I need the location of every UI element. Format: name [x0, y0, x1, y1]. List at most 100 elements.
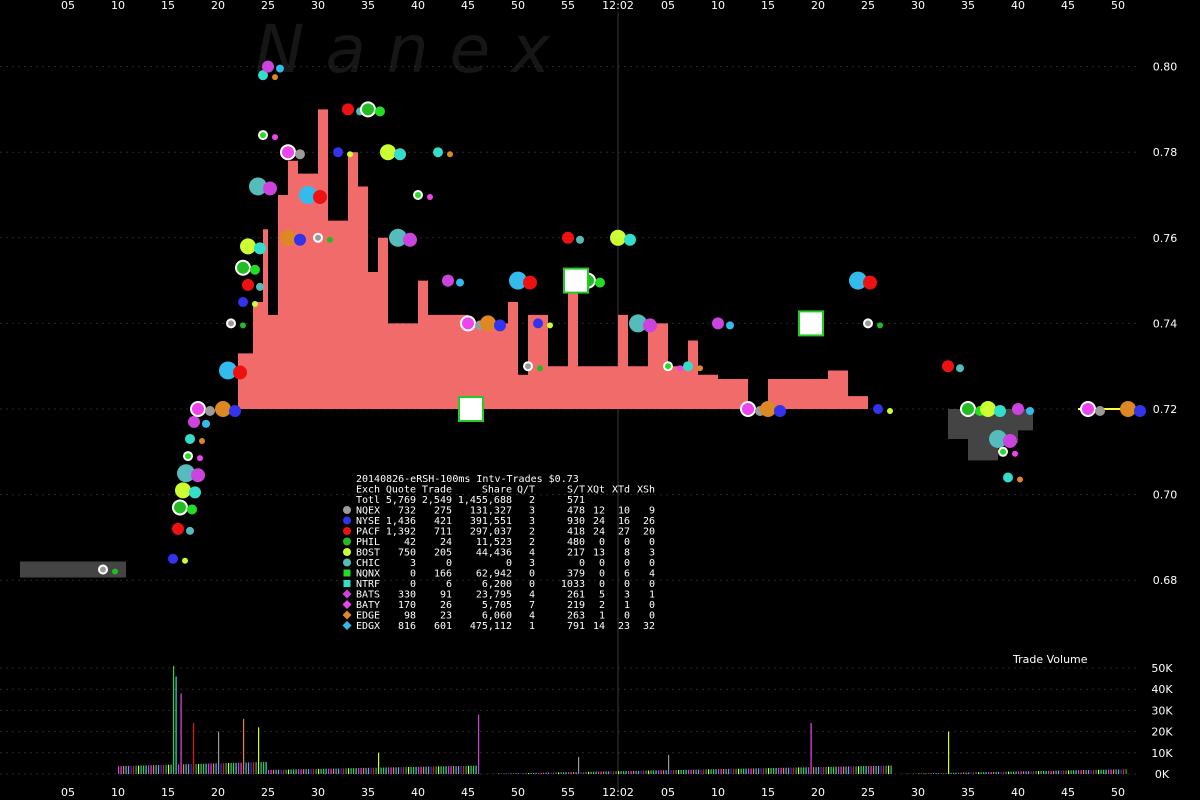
volume-bar	[628, 770, 630, 774]
volume-bar	[410, 766, 412, 774]
quote-marker	[980, 401, 996, 417]
volume-bar	[958, 772, 960, 774]
time-tick-label-bottom: 05	[61, 786, 75, 799]
quote-marker	[447, 151, 453, 158]
volume-bar	[225, 763, 227, 774]
volume-bar	[960, 772, 962, 774]
table-cell: 4	[529, 611, 535, 622]
volume-bar	[193, 723, 195, 774]
table-cell: NYSE	[356, 516, 380, 527]
quote-marker	[182, 557, 188, 564]
volume-bar	[175, 676, 177, 774]
volume-bar	[1073, 770, 1075, 774]
quote-marker	[394, 148, 406, 161]
volume-bar	[925, 773, 927, 774]
quote-marker	[294, 233, 306, 246]
table-cell: 14	[593, 621, 605, 632]
table-cell: 2	[599, 600, 605, 611]
time-tick-label-top: 45	[1061, 0, 1075, 12]
volume-bar	[140, 765, 142, 774]
trade-square-marker	[563, 267, 589, 294]
volume-bar	[755, 768, 757, 774]
table-cell: 11,523	[476, 537, 512, 548]
volume-bar	[280, 769, 282, 774]
volume-bar	[380, 767, 382, 774]
table-header-xqt: XQt	[587, 485, 605, 496]
quote-marker	[610, 229, 626, 246]
trade-chart: N a n e x 050510101515202025253030353540…	[0, 0, 1178, 799]
quote-marker	[375, 106, 385, 117]
quote-marker	[112, 568, 118, 575]
table-cell: 330	[398, 590, 416, 601]
volume-bar	[445, 766, 447, 774]
time-tick-label-top: 45	[461, 0, 475, 12]
volume-bar	[548, 772, 550, 774]
quote-marker	[240, 322, 246, 329]
volume-bar	[1088, 769, 1090, 774]
table-cell: 0	[446, 558, 452, 569]
volume-bar	[285, 769, 287, 774]
volume-bar	[833, 766, 835, 774]
table-cell: 1	[529, 621, 535, 632]
quote-marker	[168, 553, 178, 564]
table-total-cell: 571	[567, 495, 585, 506]
quote-marker	[547, 322, 553, 329]
quote-marker	[942, 360, 954, 373]
quote-marker	[235, 259, 251, 276]
volume-bar	[943, 772, 945, 774]
time-tick-label-bottom: 10	[711, 786, 725, 799]
volume-bar	[938, 773, 940, 774]
volume-bar	[1045, 770, 1047, 774]
volume-bar	[468, 765, 470, 774]
volume-bar	[298, 769, 300, 774]
volume-bar	[265, 761, 267, 774]
table-cell: 816	[398, 621, 416, 632]
time-tick-label-bottom: 15	[761, 786, 775, 799]
volume-bar	[243, 718, 245, 774]
time-tick-label-top: 40	[411, 0, 425, 12]
quote-marker	[276, 64, 284, 73]
volume-bar	[823, 766, 825, 774]
volume-bar	[538, 772, 540, 774]
volume-bar	[1075, 770, 1077, 774]
table-cell: 478	[567, 506, 585, 517]
volume-bar	[560, 772, 562, 774]
table-cell: 418	[567, 527, 585, 538]
volume-bar	[1020, 771, 1022, 774]
volume-bar	[603, 771, 605, 774]
volume-bar	[240, 762, 242, 774]
table-cell: NTRF	[356, 579, 380, 590]
volume-bar	[550, 772, 552, 774]
volume-bar	[1110, 769, 1112, 774]
volume-bar	[165, 764, 167, 774]
volume-bar	[718, 769, 720, 774]
volume-bar	[455, 766, 457, 774]
legend-symbol-baty	[342, 600, 352, 609]
volume-bar	[215, 763, 217, 774]
table-cell: 23	[618, 621, 630, 632]
volume-bar	[218, 731, 220, 774]
volume-bar	[1063, 770, 1065, 774]
volume-bar	[848, 766, 850, 774]
volume-bar	[758, 768, 760, 774]
volume-bar	[475, 765, 477, 774]
volume-bar	[1043, 770, 1045, 774]
volume-bar	[930, 773, 932, 774]
volume-bar	[843, 766, 845, 774]
table-total-cell: 2	[529, 495, 535, 506]
volume-bar	[465, 765, 467, 774]
quote-marker	[760, 401, 776, 417]
volume-bar	[345, 768, 347, 774]
price-tick-label: 0.68	[1153, 574, 1178, 587]
volume-bar	[125, 765, 127, 774]
volume-tick-label: 0K	[1155, 768, 1170, 781]
table-cell: 91	[440, 590, 452, 601]
table-cell: 5,705	[482, 600, 512, 611]
quote-marker	[205, 406, 215, 416]
volume-bar	[975, 772, 977, 774]
volume-bar	[1005, 771, 1007, 774]
volume-bar	[1125, 769, 1127, 774]
quote-marker	[295, 149, 305, 160]
time-tick-label-top: 15	[761, 0, 775, 12]
table-cell: 1	[649, 590, 655, 601]
